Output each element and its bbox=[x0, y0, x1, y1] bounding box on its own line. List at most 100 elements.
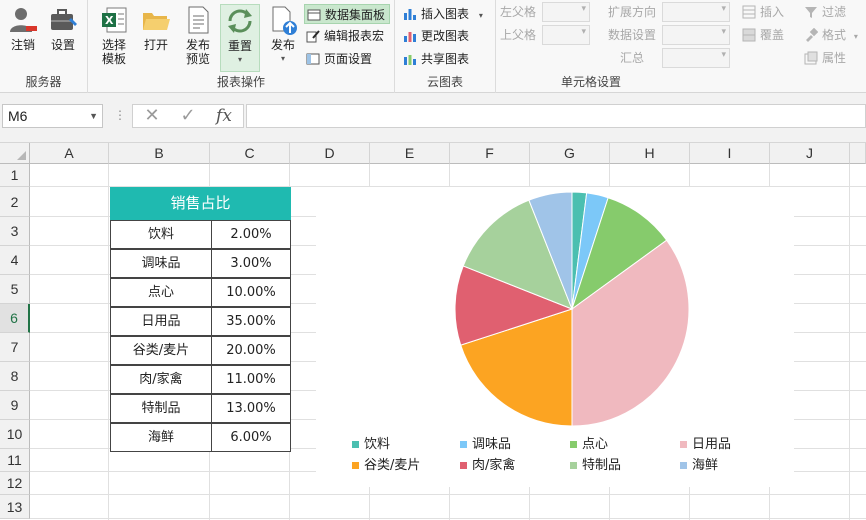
legend-item[interactable]: 点心 bbox=[570, 437, 608, 453]
row-header-6[interactable]: 6 bbox=[0, 304, 30, 333]
top-parent-select[interactable] bbox=[542, 25, 590, 45]
document-preview-icon bbox=[188, 6, 209, 34]
formula-buttons: ✕ ✓ fx bbox=[132, 104, 244, 128]
formula-input[interactable] bbox=[246, 104, 866, 128]
table-title[interactable]: 销售占比 bbox=[110, 187, 291, 220]
row-header-2[interactable]: 2 bbox=[0, 187, 30, 217]
cancel-icon[interactable]: ✕ bbox=[135, 105, 169, 127]
row-header-10[interactable]: 10 bbox=[0, 420, 30, 449]
publish-button[interactable]: 发布 ▾ bbox=[263, 4, 303, 72]
data-panel-button[interactable]: 数据集面板 bbox=[304, 4, 391, 24]
pie-chart[interactable]: 饮料 调味品 点心 日用品谷类/麦片 肉/家禽 特制品 海鲜 bbox=[316, 187, 794, 487]
summary-select[interactable] bbox=[662, 48, 730, 68]
column-header-i[interactable]: I bbox=[690, 143, 770, 164]
insert-chart-button[interactable]: 插入图表 ▾ bbox=[401, 4, 483, 24]
select-all-corner[interactable] bbox=[0, 143, 30, 164]
table-cell-category[interactable]: 饮料 bbox=[110, 220, 212, 249]
row-header-11[interactable]: 11 bbox=[0, 449, 30, 472]
reset-button[interactable]: 重置 ▾ bbox=[220, 4, 260, 72]
column-header-h[interactable]: H bbox=[610, 143, 690, 164]
open-button[interactable]: 打开 bbox=[136, 4, 176, 72]
row-header-7[interactable]: 7 bbox=[0, 333, 30, 362]
table-cell-category[interactable]: 调味品 bbox=[110, 249, 212, 278]
row-header-3[interactable]: 3 bbox=[0, 217, 30, 246]
insert-function-icon[interactable]: fx bbox=[207, 105, 241, 127]
change-chart-button[interactable]: 更改图表 bbox=[401, 26, 469, 46]
column-header-j[interactable]: J bbox=[770, 143, 850, 164]
formula-bar-splitter-icon[interactable]: ⋮ bbox=[114, 108, 126, 122]
table-cell-category[interactable]: 海鲜 bbox=[110, 423, 212, 452]
property-label: 属性 bbox=[822, 51, 847, 65]
legend-item[interactable]: 饮料 bbox=[352, 437, 390, 453]
legend-item[interactable]: 特制品 bbox=[570, 458, 621, 474]
table-cell-percent[interactable]: 13.00% bbox=[211, 394, 291, 423]
column-header-g[interactable]: G bbox=[530, 143, 610, 164]
column-header-d[interactable]: D bbox=[290, 143, 370, 164]
publish-upload-icon bbox=[272, 6, 297, 35]
legend-item[interactable]: 谷类/麦片 bbox=[352, 458, 420, 474]
reset-label: 重置 bbox=[227, 39, 252, 53]
column-header-c[interactable]: C bbox=[210, 143, 290, 164]
spreadsheet-grid[interactable]: ABCDEFGHIJ 1 2 3 4 5 6 7 8 9 10 11 12 13 销售占比 饮料 2.00… bbox=[0, 143, 866, 520]
legend-item[interactable]: 调味品 bbox=[460, 437, 511, 453]
share-chart-button[interactable]: 共享图表 bbox=[401, 49, 469, 69]
row-header-9[interactable]: 9 bbox=[0, 391, 30, 420]
top-parent-label: 上父格 bbox=[500, 28, 537, 42]
table-cell-percent[interactable]: 6.00% bbox=[211, 423, 291, 452]
grid-hline bbox=[30, 518, 866, 519]
table-cell-category[interactable]: 特制品 bbox=[110, 394, 212, 423]
ribbon-group-cell: 左父格 上父格 扩展方向 数据设置 汇总 插入 覆盖 bbox=[496, 0, 866, 93]
name-box-dropdown-icon[interactable]: ▼ bbox=[89, 105, 98, 127]
insert-cell-button[interactable]: 插入 bbox=[740, 2, 784, 22]
table-cell-percent[interactable]: 2.00% bbox=[211, 220, 291, 249]
page-setup-button[interactable]: 页面设置 bbox=[304, 49, 372, 69]
expand-direction-select[interactable] bbox=[662, 2, 730, 22]
table-cell-category[interactable]: 点心 bbox=[110, 278, 212, 307]
table-cell-percent[interactable]: 35.00% bbox=[211, 307, 291, 336]
column-header-a[interactable]: A bbox=[30, 143, 109, 164]
row-header-4[interactable]: 4 bbox=[0, 246, 30, 275]
format-button[interactable]: 格式 ▾ bbox=[802, 25, 858, 45]
enter-icon[interactable]: ✓ bbox=[171, 105, 205, 127]
legend-item[interactable]: 日用品 bbox=[680, 437, 731, 453]
format-label: 格式 bbox=[822, 28, 847, 42]
table-cell-category[interactable]: 谷类/麦片 bbox=[110, 336, 212, 365]
cover-cell-button[interactable]: 覆盖 bbox=[740, 25, 784, 45]
edit-macro-button[interactable]: 编辑报表宏 bbox=[304, 26, 384, 46]
data-setting-select[interactable] bbox=[662, 25, 730, 45]
column-header-e[interactable]: E bbox=[370, 143, 450, 164]
insert-chart-label: 插入图表 bbox=[421, 7, 470, 21]
publish-dropdown-icon[interactable]: ▾ bbox=[263, 52, 303, 66]
select-template-label-1: 选择 bbox=[101, 38, 126, 52]
row-header-8[interactable]: 8 bbox=[0, 362, 30, 391]
property-button[interactable]: 属性 bbox=[802, 48, 846, 68]
table-cell-category[interactable]: 肉/家禽 bbox=[110, 365, 212, 394]
column-header-f[interactable]: F bbox=[450, 143, 530, 164]
settings-button[interactable]: 设置 bbox=[43, 4, 83, 72]
legend-swatch bbox=[352, 441, 359, 448]
row-header-1[interactable]: 1 bbox=[0, 164, 30, 187]
logout-button[interactable]: 注销 bbox=[3, 4, 43, 72]
cover-cell-icon bbox=[742, 28, 756, 42]
legend-item[interactable]: 肉/家禽 bbox=[460, 458, 515, 474]
table-cell-percent[interactable]: 11.00% bbox=[211, 365, 291, 394]
publish-preview-button[interactable]: 发布 预览 bbox=[178, 4, 218, 72]
name-box[interactable]: M6 ▼ bbox=[2, 104, 103, 128]
row-header-12[interactable]: 12 bbox=[0, 472, 30, 495]
table-cell-percent[interactable]: 3.00% bbox=[211, 249, 291, 278]
row-header-5[interactable]: 5 bbox=[0, 275, 30, 304]
table-cell-percent[interactable]: 10.00% bbox=[211, 278, 291, 307]
left-parent-select[interactable] bbox=[542, 2, 590, 22]
insert-chart-dropdown-icon[interactable]: ▾ bbox=[479, 11, 483, 20]
format-dropdown-icon[interactable]: ▾ bbox=[854, 32, 858, 41]
filter-button[interactable]: 过滤 bbox=[802, 2, 846, 22]
table-cell-percent[interactable]: 20.00% bbox=[211, 336, 291, 365]
table-cell-category[interactable]: 日用品 bbox=[110, 307, 212, 336]
column-header-b[interactable]: B bbox=[109, 143, 210, 164]
select-template-button[interactable]: X 选择 模板 bbox=[94, 4, 134, 72]
name-box-value: M6 bbox=[8, 108, 28, 124]
excel-template-icon: X bbox=[102, 7, 127, 33]
legend-item[interactable]: 海鲜 bbox=[680, 458, 718, 474]
row-header-13[interactable]: 13 bbox=[0, 495, 30, 519]
reset-dropdown-icon[interactable]: ▾ bbox=[221, 53, 259, 67]
